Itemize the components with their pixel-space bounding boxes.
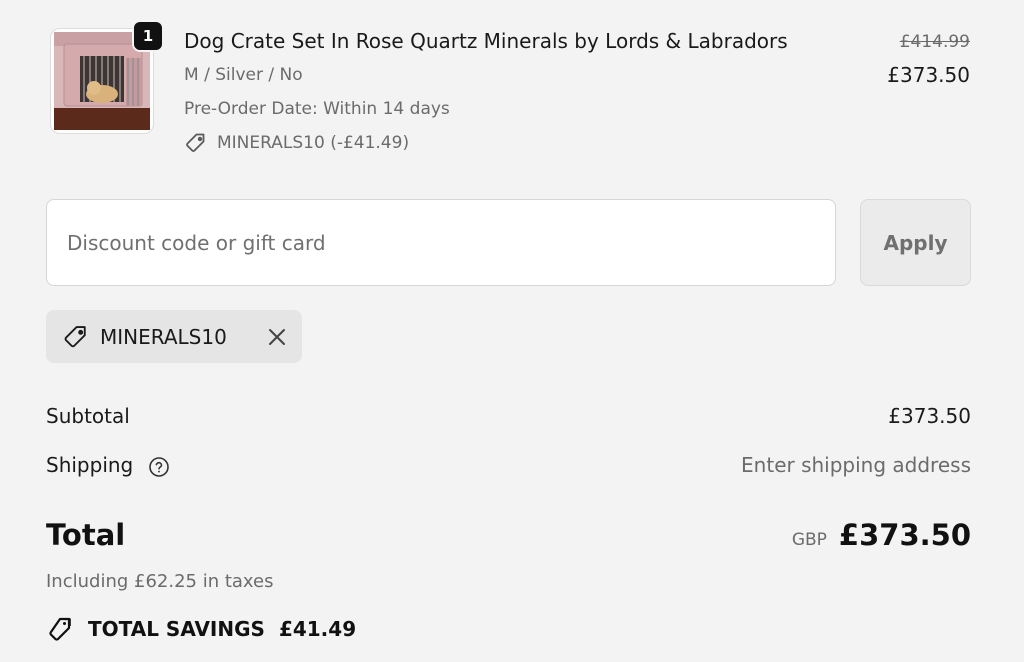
close-icon [269, 328, 285, 345]
shipping-help-button[interactable] [148, 456, 170, 478]
total-label: Total [46, 518, 126, 552]
shipping-label: Shipping [46, 453, 134, 477]
total-savings: TOTAL SAVINGS £41.49 [46, 614, 356, 644]
discounted-price: £373.50 [887, 63, 970, 87]
cart-line-item: 1 Dog Crate Set In Rose Quartz Minerals … [46, 20, 972, 162]
product-thumbnail-wrapper: 1 [50, 20, 164, 134]
tag-icon [186, 133, 205, 152]
total-amount: £373.50 [838, 518, 971, 552]
apply-button[interactable]: Apply [860, 199, 971, 286]
applied-discount-chip: MINERALS10 [46, 310, 302, 363]
total-value: GBP £373.50 [792, 518, 971, 552]
line-item-discount-text: MINERALS10 (-£41.49) [217, 133, 410, 153]
savings-amount: £41.49 [278, 617, 357, 641]
applied-discount-code: MINERALS10 [100, 324, 227, 349]
savings-tag-icon [49, 617, 71, 641]
quantity-badge: 1 [132, 20, 164, 52]
taxes-note: Including £62.25 in taxes [46, 571, 274, 592]
tag-icon [64, 325, 86, 347]
discount-code-input[interactable] [46, 199, 836, 286]
shipping-row: Shipping [46, 453, 170, 478]
subtotal-value: £373.50 [888, 404, 971, 428]
line-item-discount: MINERALS10 (-£41.49) [184, 131, 409, 155]
remove-discount-button[interactable] [266, 326, 288, 348]
product-variant: M / Silver / No [184, 65, 303, 85]
currency-code: GBP [791, 530, 827, 550]
shipping-value: Enter shipping address [741, 453, 971, 477]
help-circle-icon [148, 456, 169, 477]
subtotal-label: Subtotal [46, 404, 130, 428]
original-price: £414.99 [899, 32, 970, 52]
preorder-date: Pre-Order Date: Within 14 days [184, 99, 450, 119]
product-title: Dog Crate Set In Rose Quartz Minerals by… [184, 29, 788, 53]
savings-label: TOTAL SAVINGS [88, 617, 265, 641]
